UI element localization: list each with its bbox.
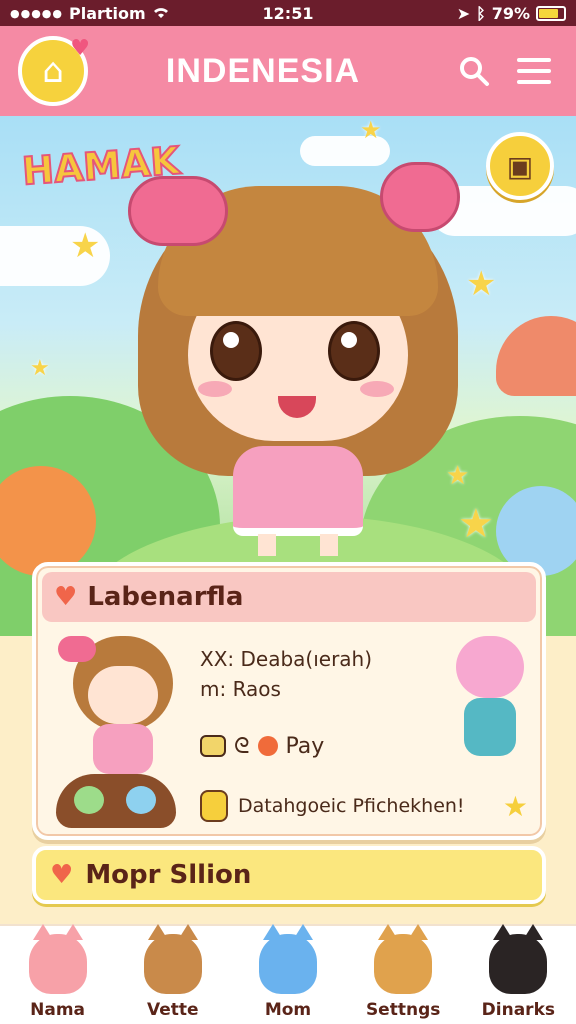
nav-item-vette[interactable]: Vette: [118, 924, 228, 1020]
cat-avatar-icon: [143, 924, 202, 994]
bottom-navigation: Nama Vette Mom Settngs Dinarks: [0, 924, 576, 1024]
nav-label: Vette: [147, 1000, 199, 1020]
footer-text: Datahgoeic Pfichekhen!: [238, 795, 465, 817]
wifi-icon: [152, 4, 170, 23]
signal-strength-icon: ●●●●●: [10, 6, 63, 20]
cat-avatar-icon: [258, 924, 317, 994]
nav-item-nama[interactable]: Nama: [3, 924, 113, 1020]
fruit-icon: [257, 736, 278, 756]
secondary-card[interactable]: ♥ Mopr Sllion: [32, 846, 546, 904]
hamburger-menu-icon: [517, 58, 551, 84]
star-icon: ★: [502, 789, 528, 823]
clock: 12:51: [262, 3, 314, 23]
info-line-1: XX: Deaba(ıerah): [200, 647, 373, 671]
swirl-icon: ᘓ: [234, 733, 250, 759]
profile-card-title: Labenarfla: [87, 582, 244, 612]
battery-level: [539, 8, 558, 18]
nav-label: Dinarks: [481, 1000, 555, 1020]
heart-icon: ♥: [50, 860, 74, 890]
nav-item-dinarks[interactable]: Dinarks: [463, 924, 573, 1020]
location-icon: ➤: [456, 3, 471, 23]
pay-label: Pay: [285, 733, 325, 759]
bluetooth-icon: ᛒ: [476, 3, 486, 23]
cat-avatar-icon: [374, 924, 433, 994]
nav-item-settings[interactable]: Settngs: [348, 924, 458, 1020]
star-icon: ★: [466, 264, 497, 304]
pink-dress: [233, 446, 363, 536]
battery-percent: 79%: [491, 3, 530, 23]
nav-item-mom[interactable]: Mom: [233, 924, 343, 1020]
app-header: ⌂ ♥ INDENESIA: [0, 26, 576, 116]
nav-label: Mom: [264, 1000, 312, 1020]
app-logo[interactable]: ⌂ ♥: [18, 36, 90, 106]
battery-icon: [536, 5, 566, 21]
mushroom-creature: [496, 316, 576, 396]
main-character[interactable]: [128, 156, 468, 556]
cat-avatar-icon: [489, 924, 548, 994]
kitty-companion: [444, 636, 534, 776]
heart-icon: ♥: [54, 582, 78, 612]
hair-bow: [128, 176, 228, 246]
house-icon: ⌂: [42, 51, 64, 91]
wallet-icon: [200, 735, 226, 757]
character-avatar: [58, 636, 188, 776]
book-icon: ▣: [506, 149, 534, 183]
nav-label: Settngs: [365, 1000, 441, 1020]
status-bar: ●●●●● Plartiom 12:51 ➤ ᛒ 79%: [0, 0, 576, 26]
info-line-2: m: Raos: [200, 677, 281, 701]
cat-avatar-icon: [28, 924, 87, 994]
pay-row[interactable]: ᘓ Pay: [200, 726, 440, 766]
star-icon: ★: [360, 116, 382, 144]
character-info: XX: Deaba(ıerah) m: Raos ᘓ Pay: [200, 644, 440, 766]
nav-label: Nama: [30, 1000, 86, 1020]
search-icon: [460, 57, 489, 86]
hero-scene: HAMAK ▣ ★ ★ ★ ★ ★ ★: [0, 116, 576, 636]
profile-card-footer[interactable]: Datahgoeic Pfichekhen! ★: [200, 788, 528, 824]
bunny-hairpin: [380, 162, 460, 232]
app-title: INDENESIA: [165, 51, 361, 90]
heart-icon: ♥: [70, 36, 90, 61]
secondary-card-title: Mopr Sllion: [85, 860, 252, 890]
search-button[interactable]: [450, 47, 498, 95]
star-icon: ★: [30, 356, 50, 381]
shop-button[interactable]: ▣: [486, 132, 554, 200]
profile-card[interactable]: ♥ Labenarfla XX: Deaba(ıerah) m: Raos ᘓ …: [32, 562, 546, 840]
menu-button[interactable]: [510, 47, 558, 95]
coin-icon: [200, 790, 228, 822]
profile-card-header: ♥ Labenarfla: [42, 572, 536, 622]
carrier-name: Plartiom: [69, 3, 146, 23]
star-icon: ★: [70, 226, 101, 266]
pet-mound: [56, 774, 176, 828]
